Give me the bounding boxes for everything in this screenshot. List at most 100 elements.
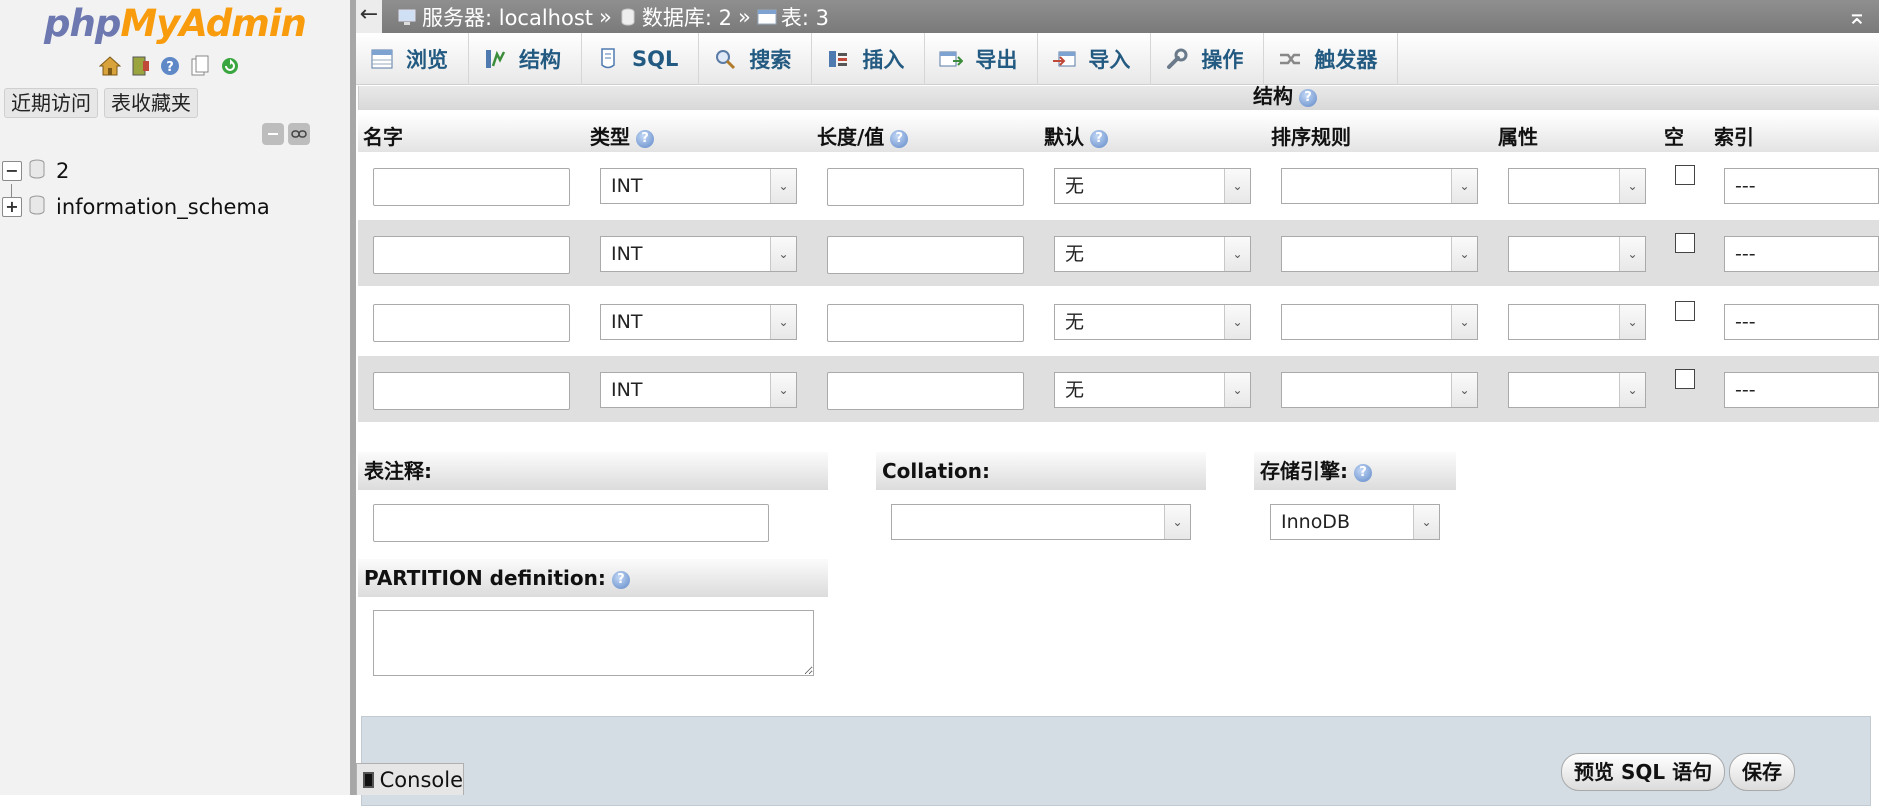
column-attributes-select[interactable]: ⌄ [1508, 236, 1646, 272]
tree-controls [262, 123, 310, 145]
link-icon[interactable] [288, 123, 310, 145]
collapse-menu-icon[interactable]: ⌅ [1847, 2, 1867, 30]
help-icon[interactable]: ? [1354, 463, 1372, 482]
column-length-input[interactable] [827, 372, 1024, 410]
tab-import[interactable]: 导入 [1038, 33, 1152, 85]
tab-browse[interactable]: 浏览 [356, 33, 469, 85]
breadcrumb-separator: » [738, 5, 751, 29]
tab-triggers[interactable]: 触发器 [1264, 33, 1399, 85]
table-collation-select[interactable]: ⌄ [891, 504, 1191, 540]
column-collation-select[interactable]: ⌄ [1281, 168, 1478, 204]
column-name-input[interactable] [373, 168, 570, 206]
column-index-select[interactable]: --- [1724, 372, 1879, 408]
column-attributes-select[interactable]: ⌄ [1508, 304, 1646, 340]
tab-sql[interactable]: SQL [582, 33, 700, 85]
table-menu: 浏览 结构 SQL 搜索 插入 导出 导入 操作 触发器 [356, 33, 1879, 85]
help-icon[interactable]: ? [890, 129, 909, 148]
docs-icon[interactable] [188, 54, 212, 78]
column-length-input[interactable] [827, 304, 1024, 342]
sql-icon [596, 47, 620, 71]
chevron-down-icon: ⌄ [1619, 305, 1645, 339]
nav-icon-bar: ? [98, 54, 242, 78]
column-null-checkbox[interactable] [1675, 301, 1695, 321]
column-name-input[interactable] [373, 304, 570, 342]
tree-item-label[interactable]: information_schema [56, 195, 270, 219]
storage-engine-select[interactable]: InnoDB ⌄ [1270, 504, 1440, 540]
home-icon[interactable] [98, 54, 122, 78]
expand-toggle-icon[interactable]: + [2, 197, 22, 217]
partition-definition-textarea[interactable] [373, 610, 814, 676]
tab-structure[interactable]: 结构 [469, 33, 582, 85]
column-null-checkbox[interactable] [1675, 165, 1695, 185]
help-icon[interactable]: ? [1090, 129, 1108, 148]
column-index-select[interactable]: --- [1724, 168, 1879, 204]
chevron-down-icon: ⌄ [770, 373, 796, 407]
section-title: 结构 [1253, 84, 1293, 108]
save-button[interactable]: 保存 [1729, 753, 1795, 791]
column-collation-select[interactable]: ⌄ [1281, 372, 1478, 408]
breadcrumb-table[interactable]: 表: 3 [781, 2, 829, 32]
chevron-down-icon: ⌄ [1451, 305, 1477, 339]
table-row: INT ⌄ 无 ⌄ ⌄ ⌄ --- [358, 288, 1879, 354]
tab-search[interactable]: 搜索 [699, 33, 813, 85]
triggers-icon [1278, 47, 1302, 71]
chevron-down-icon: ⌄ [1164, 505, 1190, 539]
column-name-input[interactable] [373, 236, 570, 274]
column-length-input[interactable] [827, 168, 1024, 206]
table-comment-input[interactable] [373, 504, 769, 542]
console-toggle[interactable]: Console [356, 763, 464, 795]
tab-recent[interactable]: 近期访问 [4, 88, 98, 118]
collapse-toggle-icon[interactable]: − [2, 161, 22, 181]
column-null-checkbox[interactable] [1675, 233, 1695, 253]
tab-favorites[interactable]: 表收藏夹 [104, 88, 198, 118]
help-icon[interactable]: ? [636, 129, 654, 148]
column-type-select[interactable]: INT ⌄ [600, 236, 797, 272]
console-icon [363, 771, 374, 788]
table-row: INT ⌄ 无 ⌄ ⌄ ⌄ --- [358, 220, 1879, 286]
tree-item-db-information-schema[interactable]: + information_schema [0, 192, 270, 222]
help-icon[interactable]: ? [1299, 88, 1317, 107]
browse-icon [370, 47, 394, 71]
collapse-all-icon[interactable] [262, 123, 284, 145]
table-row: INT ⌄ 无 ⌄ ⌄ ⌄ --- [358, 152, 1879, 218]
header-null: 空 [1664, 125, 1684, 149]
tab-export[interactable]: 导出 [925, 33, 1039, 85]
tab-insert[interactable]: 插入 [812, 33, 926, 85]
column-attributes-select[interactable]: ⌄ [1508, 372, 1646, 408]
column-default-select[interactable]: 无 ⌄ [1054, 372, 1251, 408]
column-type-select[interactable]: INT ⌄ [600, 372, 797, 408]
column-length-input[interactable] [827, 236, 1024, 274]
breadcrumb-server[interactable]: 服务器: localhost [422, 2, 593, 32]
column-attributes-select[interactable]: ⌄ [1508, 168, 1646, 204]
reload-icon[interactable] [218, 54, 242, 78]
column-index-select[interactable]: --- [1724, 304, 1879, 340]
breadcrumb-database[interactable]: 数据库: 2 [642, 2, 732, 32]
column-collation-select[interactable]: ⌄ [1281, 236, 1478, 272]
column-index-select[interactable]: --- [1724, 236, 1879, 272]
navigation-panel: phpMyAdmin ? 近期访问 表收藏夹 − 2 + information… [0, 0, 350, 795]
preview-sql-button[interactable]: 预览 SQL 语句 [1561, 753, 1726, 791]
column-name-input[interactable] [373, 372, 570, 410]
chevron-down-icon: ⌄ [1451, 237, 1477, 271]
column-default-select[interactable]: 无 ⌄ [1054, 168, 1251, 204]
database-icon [28, 159, 46, 184]
tree-item-label[interactable]: 2 [56, 159, 69, 183]
help-icon[interactable]: ? [158, 54, 182, 78]
storage-engine-label: 存储引擎: [1260, 459, 1348, 483]
chevron-down-icon: ⌄ [1619, 373, 1645, 407]
table-comment-label: 表注释: [358, 452, 828, 490]
phpmyadmin-logo[interactable]: phpMyAdmin [44, 2, 307, 46]
logout-icon[interactable] [128, 54, 152, 78]
tree-item-db-2[interactable]: − 2 [0, 156, 69, 186]
back-arrow-icon[interactable]: ← [356, 0, 382, 33]
tab-operations[interactable]: 操作 [1151, 33, 1265, 85]
help-icon[interactable]: ? [611, 570, 630, 589]
column-default-select[interactable]: 无 ⌄ [1054, 236, 1251, 272]
column-type-select[interactable]: INT ⌄ [600, 168, 797, 204]
column-default-select[interactable]: 无 ⌄ [1054, 304, 1251, 340]
column-type-select[interactable]: INT ⌄ [600, 304, 797, 340]
search-icon [713, 47, 737, 71]
chevron-down-icon: ⌄ [1451, 373, 1477, 407]
column-collation-select[interactable]: ⌄ [1281, 304, 1478, 340]
column-null-checkbox[interactable] [1675, 369, 1695, 389]
